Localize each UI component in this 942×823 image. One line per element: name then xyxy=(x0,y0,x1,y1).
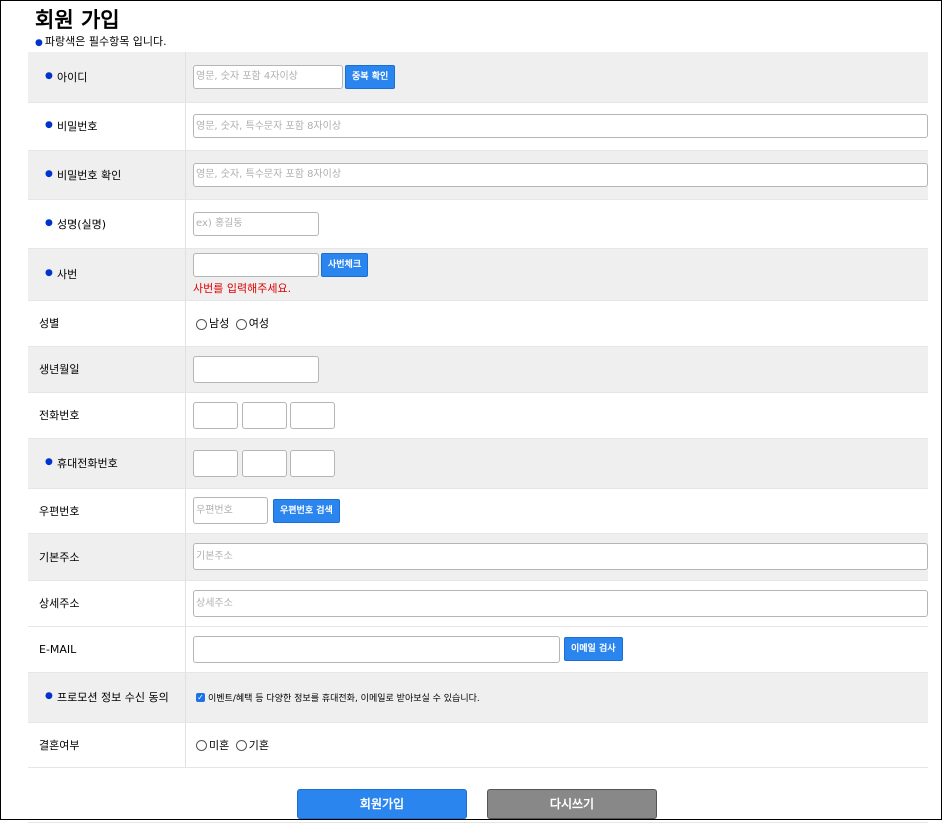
employee-no-label: 사번 xyxy=(57,268,78,281)
row-gender: 성별 남성 여성 xyxy=(28,300,928,347)
zipcode-label: 우편번호 xyxy=(28,488,186,534)
label-cell: ● 성명(실명) xyxy=(28,199,186,249)
row-employee-no: ● 사번 사번체크 사번를 입력해주세요. xyxy=(28,248,928,301)
required-dot-icon: ● xyxy=(45,168,53,179)
password-input[interactable] xyxy=(193,114,928,138)
marital-single-radio[interactable] xyxy=(196,740,207,751)
value-cell: ✓ 이벤트/혜택 등 다양한 정보를 휴대전화, 이메일로 받아보실 수 있습니다… xyxy=(185,672,928,723)
gender-female-radio[interactable] xyxy=(235,318,247,330)
row-password: ● 비밀번호 xyxy=(28,102,928,151)
birth-label: 생년월일 xyxy=(28,346,186,393)
value-cell: 미혼 기혼 xyxy=(185,722,928,768)
email-label: E-MAIL xyxy=(28,626,186,673)
row-mobile: ● 휴대전화번호 xyxy=(28,438,928,489)
password-label: 비밀번호 xyxy=(57,120,98,133)
value-cell xyxy=(185,199,928,249)
gender-male-label: 남성 xyxy=(209,317,230,330)
row-birth: 생년월일 xyxy=(28,346,928,393)
promo-label: 프로모션 정보 수신 동의 xyxy=(57,691,169,704)
value-cell: 이메일 검사 xyxy=(185,626,928,673)
required-dot-icon: ● xyxy=(45,457,53,467)
row-marital: 결혼여부 미혼 기혼 xyxy=(28,722,928,768)
row-name: ● 성명(실명) xyxy=(28,199,928,249)
gender-female-label: 여성 xyxy=(248,317,269,330)
footer-cell xyxy=(28,767,928,823)
phone-label: 전화번호 xyxy=(28,392,186,439)
marital-married-radio[interactable] xyxy=(235,740,247,751)
row-promo: ● 프로모션 정보 수신 동의 ✓ 이벤트/혜택 등 다양한 정보를 휴대전화, 이… xyxy=(28,672,928,723)
required-dot-icon: ● xyxy=(45,268,53,278)
value-cell xyxy=(185,580,928,627)
row-email: E-MAIL 이메일 검사 xyxy=(28,626,928,673)
name-label: 성명(실명) xyxy=(57,217,107,231)
row-phone: 전화번호 xyxy=(28,392,928,439)
required-dot-icon: ● xyxy=(45,217,53,228)
address-label: 기본주소 xyxy=(28,533,186,581)
value-cell xyxy=(185,392,928,439)
required-dot-icon: ● xyxy=(45,691,53,701)
gender-label: 성별 xyxy=(28,300,186,347)
label-cell: ● 사번 xyxy=(28,248,186,301)
mobile-input-2[interactable] xyxy=(241,449,287,477)
label-cell: ● 아이디 xyxy=(28,52,186,103)
address-detail-input[interactable] xyxy=(193,589,928,617)
promo-checkbox[interactable]: ✓ xyxy=(196,693,205,702)
required-note: ● 파랑색은 필수항목 입니다. xyxy=(35,33,167,49)
phone-input-2[interactable] xyxy=(241,401,287,429)
row-address: 기본주소 xyxy=(28,533,928,581)
gender-male-radio[interactable] xyxy=(196,318,207,330)
id-input[interactable] xyxy=(193,64,343,89)
page-title: 회원 가입 xyxy=(35,8,120,32)
password-confirm-label: 비밀번호 확인 xyxy=(57,168,122,182)
row-password-confirm: ● 비밀번호 확인 xyxy=(28,150,928,200)
marital-married-label: 기혼 xyxy=(248,738,269,752)
email-input[interactable] xyxy=(193,635,560,663)
value-cell xyxy=(185,533,928,581)
row-id: ● 아이디 중복 확인 xyxy=(28,52,928,103)
employee-no-error: 사번를 입력해주세요. xyxy=(193,281,292,295)
id-duplicate-check-button[interactable]: 중복 확인 xyxy=(345,64,396,89)
password-confirm-input[interactable] xyxy=(193,162,928,187)
marital-single-label: 미혼 xyxy=(209,738,230,752)
address-input[interactable] xyxy=(193,543,928,570)
label-cell: ● 프로모션 정보 수신 동의 xyxy=(28,672,186,723)
label-cell: ● 휴대전화번호 xyxy=(28,438,186,489)
name-input[interactable] xyxy=(193,211,319,236)
label-cell: ● 비밀번호 xyxy=(28,102,186,151)
value-cell: 사번체크 사번를 입력해주세요. xyxy=(185,248,928,301)
marital-label: 결혼여부 xyxy=(28,722,186,768)
email-check-button[interactable]: 이메일 검사 xyxy=(564,637,623,661)
signup-form-table: ● 아이디 중복 확인 ● 비밀번호 ● 비밀번호 확인 ● 성명(실명) ● 사번 사번… xyxy=(28,52,928,823)
promo-text: 이벤트/혜택 등 다양한 정보를 휴대전화, 이메일로 받아보실 수 있습니다. xyxy=(208,693,480,704)
phone-input-3[interactable] xyxy=(290,401,335,429)
id-label: 아이디 xyxy=(57,70,88,84)
employee-no-check-button[interactable]: 사번체크 xyxy=(321,252,369,277)
employee-no-input[interactable] xyxy=(193,252,319,277)
required-dot-icon: ● xyxy=(35,38,43,48)
mobile-input-1[interactable] xyxy=(193,449,238,477)
label-cell: ● 비밀번호 확인 xyxy=(28,150,186,200)
value-cell: 남성 여성 xyxy=(185,300,928,347)
address-detail-label: 상세주소 xyxy=(28,580,186,627)
zipcode-search-button[interactable]: 우편번호 검색 xyxy=(273,498,340,523)
required-dot-icon: ● xyxy=(45,70,53,81)
submit-button[interactable]: 회원가입 xyxy=(297,789,467,819)
reset-button[interactable]: 다시쓰기 xyxy=(487,789,657,819)
row-zipcode: 우편번호 우편번호 검색 xyxy=(28,488,928,534)
value-cell xyxy=(185,150,928,200)
phone-input-1[interactable] xyxy=(193,401,238,429)
value-cell xyxy=(185,346,928,393)
row-footer xyxy=(28,767,928,823)
value-cell: 우편번호 검색 xyxy=(185,488,928,534)
value-cell xyxy=(185,102,928,151)
required-dot-icon: ● xyxy=(45,120,53,130)
zipcode-input[interactable] xyxy=(193,497,268,524)
birth-input[interactable] xyxy=(193,355,319,383)
row-address-detail: 상세주소 xyxy=(28,580,928,627)
required-note-text: 파랑색은 필수항목 입니다. xyxy=(44,35,167,48)
mobile-input-3[interactable] xyxy=(290,449,335,477)
value-cell xyxy=(185,438,928,489)
value-cell: 중복 확인 xyxy=(185,52,928,103)
mobile-label: 휴대전화번호 xyxy=(57,457,118,470)
